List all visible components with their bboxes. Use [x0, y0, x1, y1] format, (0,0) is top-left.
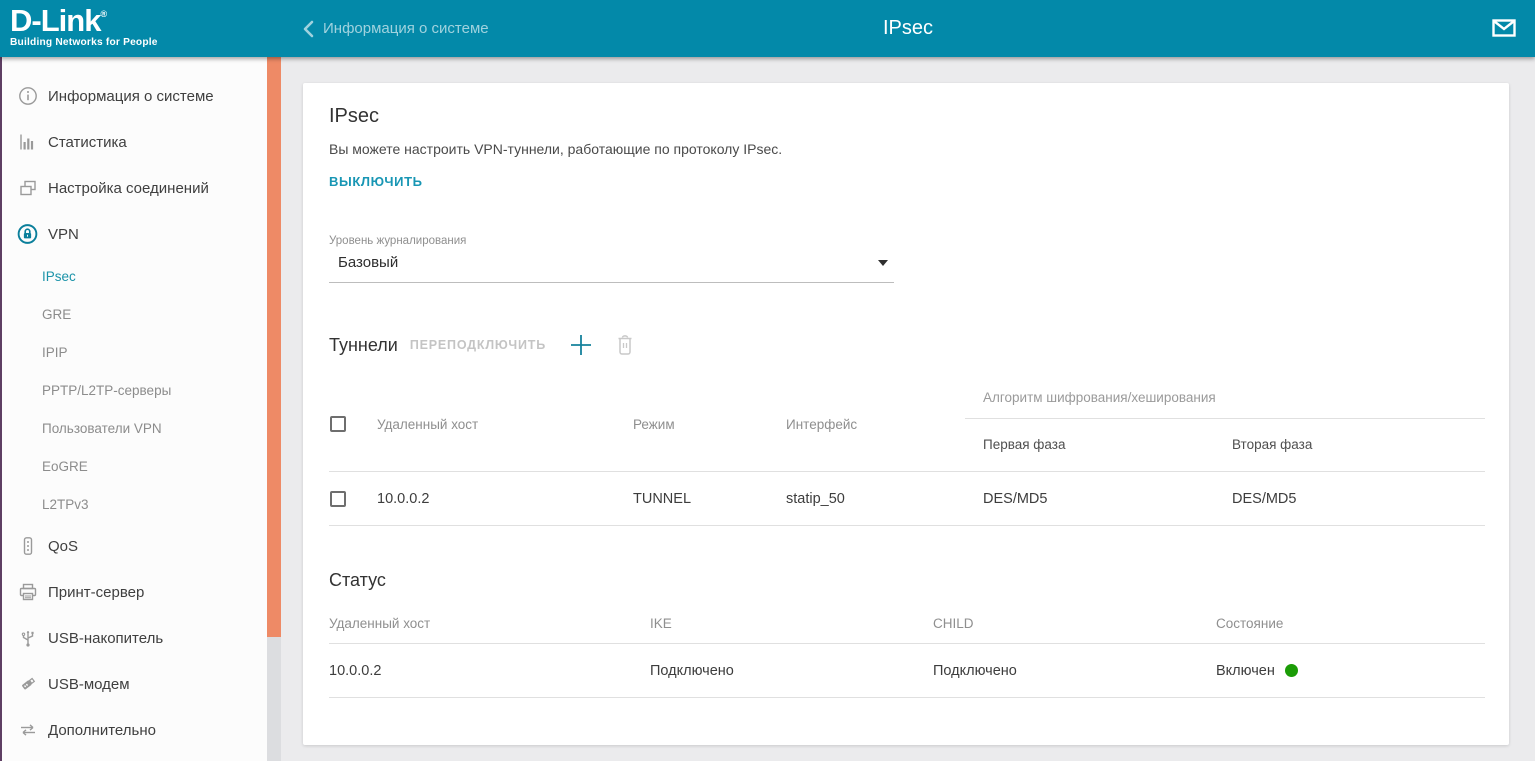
tunnels-table: Удаленный хост Режим Интерфейс Алгоритм … — [329, 377, 1485, 526]
log-level-select[interactable]: Уровень журналирования Базовый — [329, 235, 894, 283]
state-label: Включен — [1216, 663, 1275, 679]
select-all-checkbox[interactable] — [330, 416, 346, 432]
sidebar-scrollbar-track[interactable] — [267, 57, 281, 761]
trash-icon[interactable] — [615, 334, 635, 356]
vpn-lock-icon — [17, 224, 38, 245]
tunnels-header-right: Алгоритм шифрования/хеширования Первая ф… — [965, 377, 1485, 471]
sidebar-subitem-label: EoGRE — [42, 459, 88, 474]
cell-phase2: DES/MD5 — [1232, 491, 1485, 507]
status-table-row: 10.0.0.2 Подключено Подключено Включен — [329, 644, 1485, 698]
cell-mode: TUNNEL — [633, 491, 786, 507]
status-green-dot — [1285, 664, 1298, 677]
logo-tagline: Building Networks for People — [10, 38, 158, 48]
sidebar-item-gre[interactable]: GRE — [2, 295, 267, 333]
usb-modem-icon — [17, 674, 38, 695]
sidebar-item-usb-storage[interactable]: USB-накопитель — [2, 615, 267, 661]
advanced-icon — [17, 720, 38, 741]
qos-icon — [17, 536, 38, 557]
cell-child: Подключено — [933, 663, 1216, 679]
cell-phase1: DES/MD5 — [983, 491, 1232, 507]
status-table: Удаленный хост IKE CHILD Состояние 10.0.… — [329, 604, 1485, 698]
page-title: IPsec — [281, 0, 1535, 57]
cell-state: Включен — [1216, 663, 1485, 679]
main-content: IPsec Вы можете настроить VPN-туннели, р… — [281, 57, 1535, 761]
column-header-remote-host: Удаленный хост — [329, 616, 650, 631]
connections-icon — [17, 178, 38, 199]
tunnels-section-header: Туннели ПЕРЕПОДКЛЮЧИТЬ — [329, 333, 1483, 357]
sidebar-item-statistics[interactable]: Статистика — [2, 119, 267, 165]
sidebar-subitem-label: PPTP/L2TP-серверы — [42, 383, 171, 398]
sidebar-item-ipip[interactable]: IPIP — [2, 333, 267, 371]
sidebar-item-print-server[interactable]: Принт-сервер — [2, 569, 267, 615]
column-header-state: Состояние — [1216, 616, 1485, 631]
sidebar-item-connection-setup[interactable]: Настройка соединений — [2, 165, 267, 211]
logo-registered-mark: ® — [100, 9, 107, 19]
sidebar-subitem-label: IPsec — [42, 269, 76, 284]
logo-title: D-Link — [10, 3, 100, 38]
plus-icon[interactable] — [569, 333, 593, 357]
column-header-mode: Режим — [633, 417, 786, 432]
sidebar-subitem-label: L2TPv3 — [42, 497, 89, 512]
dlink-logo: D-Link® Building Networks for People — [10, 5, 158, 48]
sidebar-item-label: VPN — [48, 226, 79, 243]
sidebar-item-vpn-users[interactable]: Пользователи VPN — [2, 409, 267, 447]
tunnel-table-row[interactable]: 10.0.0.2 TUNNEL statip_50 DES/MD5 DES/MD… — [329, 472, 1485, 526]
status-table-header: Удаленный хост IKE CHILD Состояние — [329, 604, 1485, 644]
chevron-down-icon — [878, 260, 888, 266]
app-header: D-Link® Building Networks for People Инф… — [0, 0, 1535, 57]
status-title: Статус — [329, 570, 386, 591]
info-icon — [17, 86, 38, 107]
printer-icon — [17, 582, 38, 603]
sidebar-subitem-label: IPIP — [42, 345, 68, 360]
ipsec-card: IPsec Вы можете настроить VPN-туннели, р… — [303, 83, 1509, 745]
log-level-value: Базовый — [329, 254, 894, 271]
column-header-phase2: Вторая фаза — [1232, 437, 1485, 452]
reconnect-button[interactable]: ПЕРЕПОДКЛЮЧИТЬ — [410, 338, 546, 352]
card-description: Вы можете настроить VPN-туннели, работаю… — [329, 141, 1483, 157]
sidebar-item-eogre[interactable]: EoGRE — [2, 447, 267, 485]
tunnels-title: Туннели — [329, 335, 398, 356]
sidebar-item-advanced[interactable]: Дополнительно — [2, 707, 267, 753]
cell-remote-host: 10.0.0.2 — [329, 663, 650, 679]
sidebar-item-label: USB-накопитель — [48, 630, 163, 647]
row-checkbox[interactable] — [330, 491, 346, 507]
log-level-label: Уровень журналирования — [329, 235, 894, 247]
envelope-icon[interactable] — [1492, 17, 1516, 39]
sidebar-item-label: QoS — [48, 538, 78, 555]
tunnels-header-left: Удаленный хост Режим Интерфейс — [329, 377, 965, 471]
column-header-phase1: Первая фаза — [983, 437, 1232, 452]
column-header-remote-host: Удаленный хост — [377, 417, 633, 432]
status-section-header: Статус — [329, 570, 1483, 591]
usb-storage-icon — [17, 628, 38, 649]
cell-remote-host: 10.0.0.2 — [377, 491, 633, 507]
sidebar-item-usb-modem[interactable]: USB-модем — [2, 661, 267, 707]
tunnels-table-header: Удаленный хост Режим Интерфейс Алгоритм … — [329, 377, 1485, 472]
sidebar-item-label: USB-модем — [48, 676, 130, 693]
sidebar-item-ipsec[interactable]: IPsec — [2, 257, 267, 295]
column-header-ike: IKE — [650, 616, 933, 631]
sidebar-item-pptp-l2tp-servers[interactable]: PPTP/L2TP-серверы — [2, 371, 267, 409]
stats-icon — [17, 132, 38, 153]
sidebar-subitem-label: GRE — [42, 307, 71, 322]
sidebar-item-qos[interactable]: QoS — [2, 523, 267, 569]
sidebar-item-label: Статистика — [48, 134, 127, 151]
sidebar-subitem-label: Пользователи VPN — [42, 421, 162, 436]
sidebar: Информация о системе Статистика Настройк… — [0, 57, 267, 761]
cell-interface: statip_50 — [786, 491, 965, 507]
disable-button[interactable]: ВЫКЛЮЧИТЬ — [329, 174, 423, 189]
card-title: IPsec — [329, 105, 1483, 128]
sidebar-item-system-info[interactable]: Информация о системе — [2, 73, 267, 119]
sidebar-item-label: Информация о системе — [48, 88, 214, 105]
column-header-interface: Интерфейс — [786, 417, 965, 432]
column-header-child: CHILD — [933, 616, 1216, 631]
sidebar-item-label: Дополнительно — [48, 722, 156, 739]
sidebar-item-vpn[interactable]: VPN — [2, 211, 267, 257]
sidebar-item-l2tpv3[interactable]: L2TPv3 — [2, 485, 267, 523]
sidebar-item-label: Принт-сервер — [48, 584, 144, 601]
sidebar-scrollbar-thumb[interactable] — [267, 57, 281, 637]
cell-ike: Подключено — [650, 663, 933, 679]
sidebar-item-label: Настройка соединений — [48, 180, 209, 197]
column-group-header-algorithms: Алгоритм шифрования/хеширования — [965, 377, 1485, 419]
